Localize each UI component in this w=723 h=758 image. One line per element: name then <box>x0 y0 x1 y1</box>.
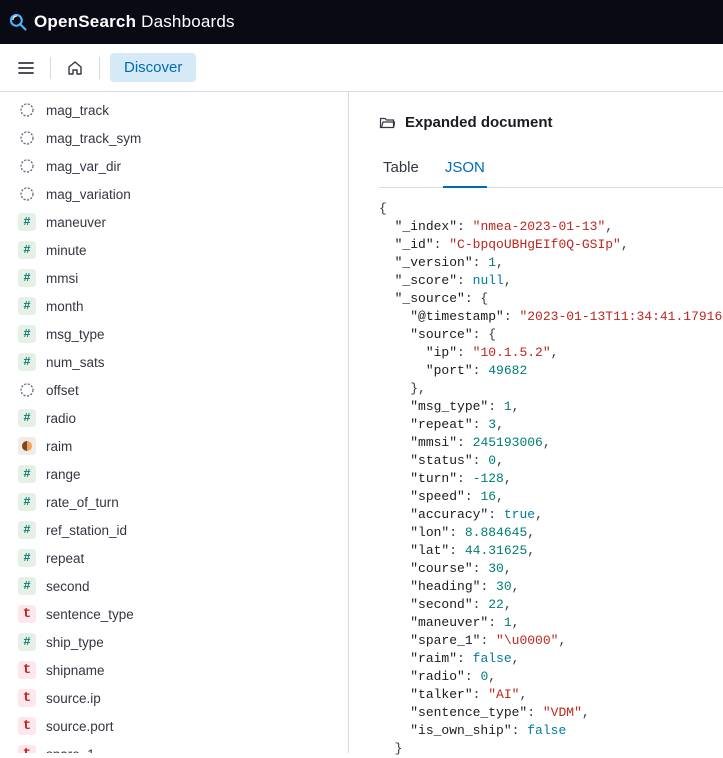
field-type-boolean-icon <box>18 437 36 455</box>
field-item[interactable]: offset <box>0 376 348 404</box>
field-type-number-icon: # <box>18 213 36 231</box>
field-item[interactable]: # range <box>0 460 348 488</box>
field-item[interactable]: # rate_of_turn <box>0 488 348 516</box>
field-item[interactable]: t source.ip <box>0 684 348 712</box>
field-item[interactable]: # msg_type <box>0 320 348 348</box>
field-name-label: spare_1 <box>46 747 330 754</box>
field-type-number-icon: # <box>18 325 36 343</box>
field-name-label: sentence_type <box>46 607 330 622</box>
home-button[interactable] <box>61 54 89 82</box>
field-item[interactable]: # repeat <box>0 544 348 572</box>
field-name-label: msg_type <box>46 327 330 342</box>
field-name-label: radio <box>46 411 330 426</box>
brand-logo[interactable]: OpenSearch Dashboards <box>8 12 235 32</box>
field-name-label: shipname <box>46 663 330 678</box>
field-item[interactable]: mag_track <box>0 96 348 124</box>
field-item[interactable]: # maneuver <box>0 208 348 236</box>
field-type-number-icon: # <box>18 549 36 567</box>
field-type-number-icon: # <box>18 241 36 259</box>
field-item[interactable]: t sentence_type <box>0 600 348 628</box>
tab-table[interactable]: Table <box>381 149 421 188</box>
field-type-number-icon: # <box>18 269 36 287</box>
field-type-text-icon: t <box>18 745 36 753</box>
field-name-label: maneuver <box>46 215 330 230</box>
field-type-number-icon: # <box>18 521 36 539</box>
field-item[interactable]: # minute <box>0 236 348 264</box>
hamburger-icon <box>17 59 35 77</box>
document-panel: Expanded document Table JSON { "_index":… <box>349 92 723 753</box>
field-name-label: month <box>46 299 330 314</box>
field-type-text-icon: t <box>18 661 36 679</box>
field-name-label: minute <box>46 243 330 258</box>
field-item[interactable]: # ref_station_id <box>0 516 348 544</box>
document-header: Expanded document <box>379 114 723 131</box>
field-type-number-icon: # <box>18 577 36 595</box>
field-item[interactable]: raim <box>0 432 348 460</box>
field-item[interactable]: # month <box>0 292 348 320</box>
field-item[interactable]: mag_variation <box>0 180 348 208</box>
field-item[interactable]: mag_var_dir <box>0 152 348 180</box>
field-name-label: mag_variation <box>46 187 330 202</box>
field-type-number-icon: # <box>18 493 36 511</box>
field-item[interactable]: t spare_1 <box>0 740 348 753</box>
field-item[interactable]: t source.port <box>0 712 348 740</box>
menu-toggle-button[interactable] <box>12 54 40 82</box>
field-name-label: mag_var_dir <box>46 159 330 174</box>
field-name-label: mag_track <box>46 103 330 118</box>
field-name-label: second <box>46 579 330 594</box>
field-item[interactable]: # mmsi <box>0 264 348 292</box>
tab-json[interactable]: JSON <box>443 149 487 188</box>
folder-open-icon <box>379 115 395 131</box>
field-item[interactable]: t shipname <box>0 656 348 684</box>
field-item[interactable]: # num_sats <box>0 348 348 376</box>
json-viewer[interactable]: { "_index": "nmea-2023-01-13", "_id": "C… <box>379 200 723 758</box>
field-type-unknown-icon <box>18 101 36 119</box>
document-header-title: Expanded document <box>405 114 553 131</box>
field-type-number-icon: # <box>18 633 36 651</box>
field-name-label: ship_type <box>46 635 330 650</box>
field-item[interactable]: # ship_type <box>0 628 348 656</box>
field-type-unknown-icon <box>18 381 36 399</box>
field-name-label: repeat <box>46 551 330 566</box>
field-name-label: mag_track_sym <box>46 131 330 146</box>
field-type-number-icon: # <box>18 353 36 371</box>
field-type-unknown-icon <box>18 185 36 203</box>
field-name-label: ref_station_id <box>46 523 330 538</box>
field-name-label: source.port <box>46 719 330 734</box>
field-type-number-icon: # <box>18 465 36 483</box>
field-item[interactable]: mag_track_sym <box>0 124 348 152</box>
field-type-unknown-icon <box>18 157 36 175</box>
fields-sidebar: mag_track mag_track_sym mag_var_dir mag_var… <box>0 92 349 753</box>
field-type-text-icon: t <box>18 689 36 707</box>
brand-text: OpenSearch Dashboards <box>34 12 235 32</box>
field-type-number-icon: # <box>18 409 36 427</box>
home-icon <box>66 59 84 77</box>
toolbar-divider <box>50 57 51 79</box>
field-name-label: source.ip <box>46 691 330 706</box>
field-type-text-icon: t <box>18 717 36 735</box>
field-type-text-icon: t <box>18 605 36 623</box>
top-bar: OpenSearch Dashboards <box>0 0 723 44</box>
toolbar-divider <box>99 57 100 79</box>
field-name-label: range <box>46 467 330 482</box>
field-item[interactable]: # second <box>0 572 348 600</box>
field-type-unknown-icon <box>18 129 36 147</box>
document-tabs: Table JSON <box>379 149 723 188</box>
field-type-number-icon: # <box>18 297 36 315</box>
opensearch-icon <box>8 12 28 32</box>
field-item[interactable]: # radio <box>0 404 348 432</box>
field-name-label: rate_of_turn <box>46 495 330 510</box>
secondary-toolbar: Discover <box>0 44 723 92</box>
field-name-label: offset <box>46 383 330 398</box>
field-name-label: num_sats <box>46 355 330 370</box>
discover-breadcrumb[interactable]: Discover <box>110 53 196 82</box>
field-name-label: mmsi <box>46 271 330 286</box>
field-name-label: raim <box>46 439 330 454</box>
